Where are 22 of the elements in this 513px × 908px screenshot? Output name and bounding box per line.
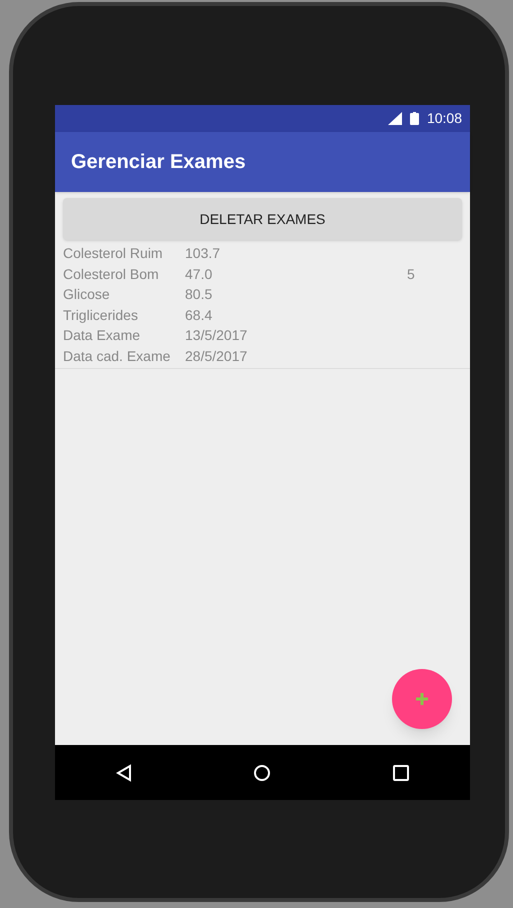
field-value: 28/5/2017	[185, 346, 248, 366]
exam-id: 5	[407, 265, 415, 284]
field-value: 13/5/2017	[185, 326, 248, 345]
battery-icon	[410, 112, 419, 125]
plus-icon	[416, 693, 428, 705]
home-icon[interactable]	[253, 764, 272, 782]
status-time: 10:08	[426, 109, 462, 128]
signal-icon	[388, 112, 402, 125]
back-icon[interactable]	[116, 764, 132, 782]
delete-exams-button[interactable]: DELETAR EXAMES	[63, 198, 462, 240]
field-label: Colesterol Ruim	[63, 244, 164, 263]
field-value: 80.5	[185, 285, 212, 304]
recents-icon[interactable]	[393, 764, 410, 780]
field-label: Triglicerides	[63, 306, 139, 325]
field-value: 68.4	[185, 306, 212, 324]
field-label: Colesterol Bom	[63, 264, 160, 284]
field-label: Data Exame	[63, 326, 142, 345]
field-label: Data cad. Exame	[63, 346, 172, 366]
field-value: 103.7	[185, 244, 220, 263]
field-label: Glicose	[63, 285, 111, 304]
field-value: 47.0	[185, 264, 212, 284]
app-title: Gerenciar Exames	[71, 150, 246, 175]
